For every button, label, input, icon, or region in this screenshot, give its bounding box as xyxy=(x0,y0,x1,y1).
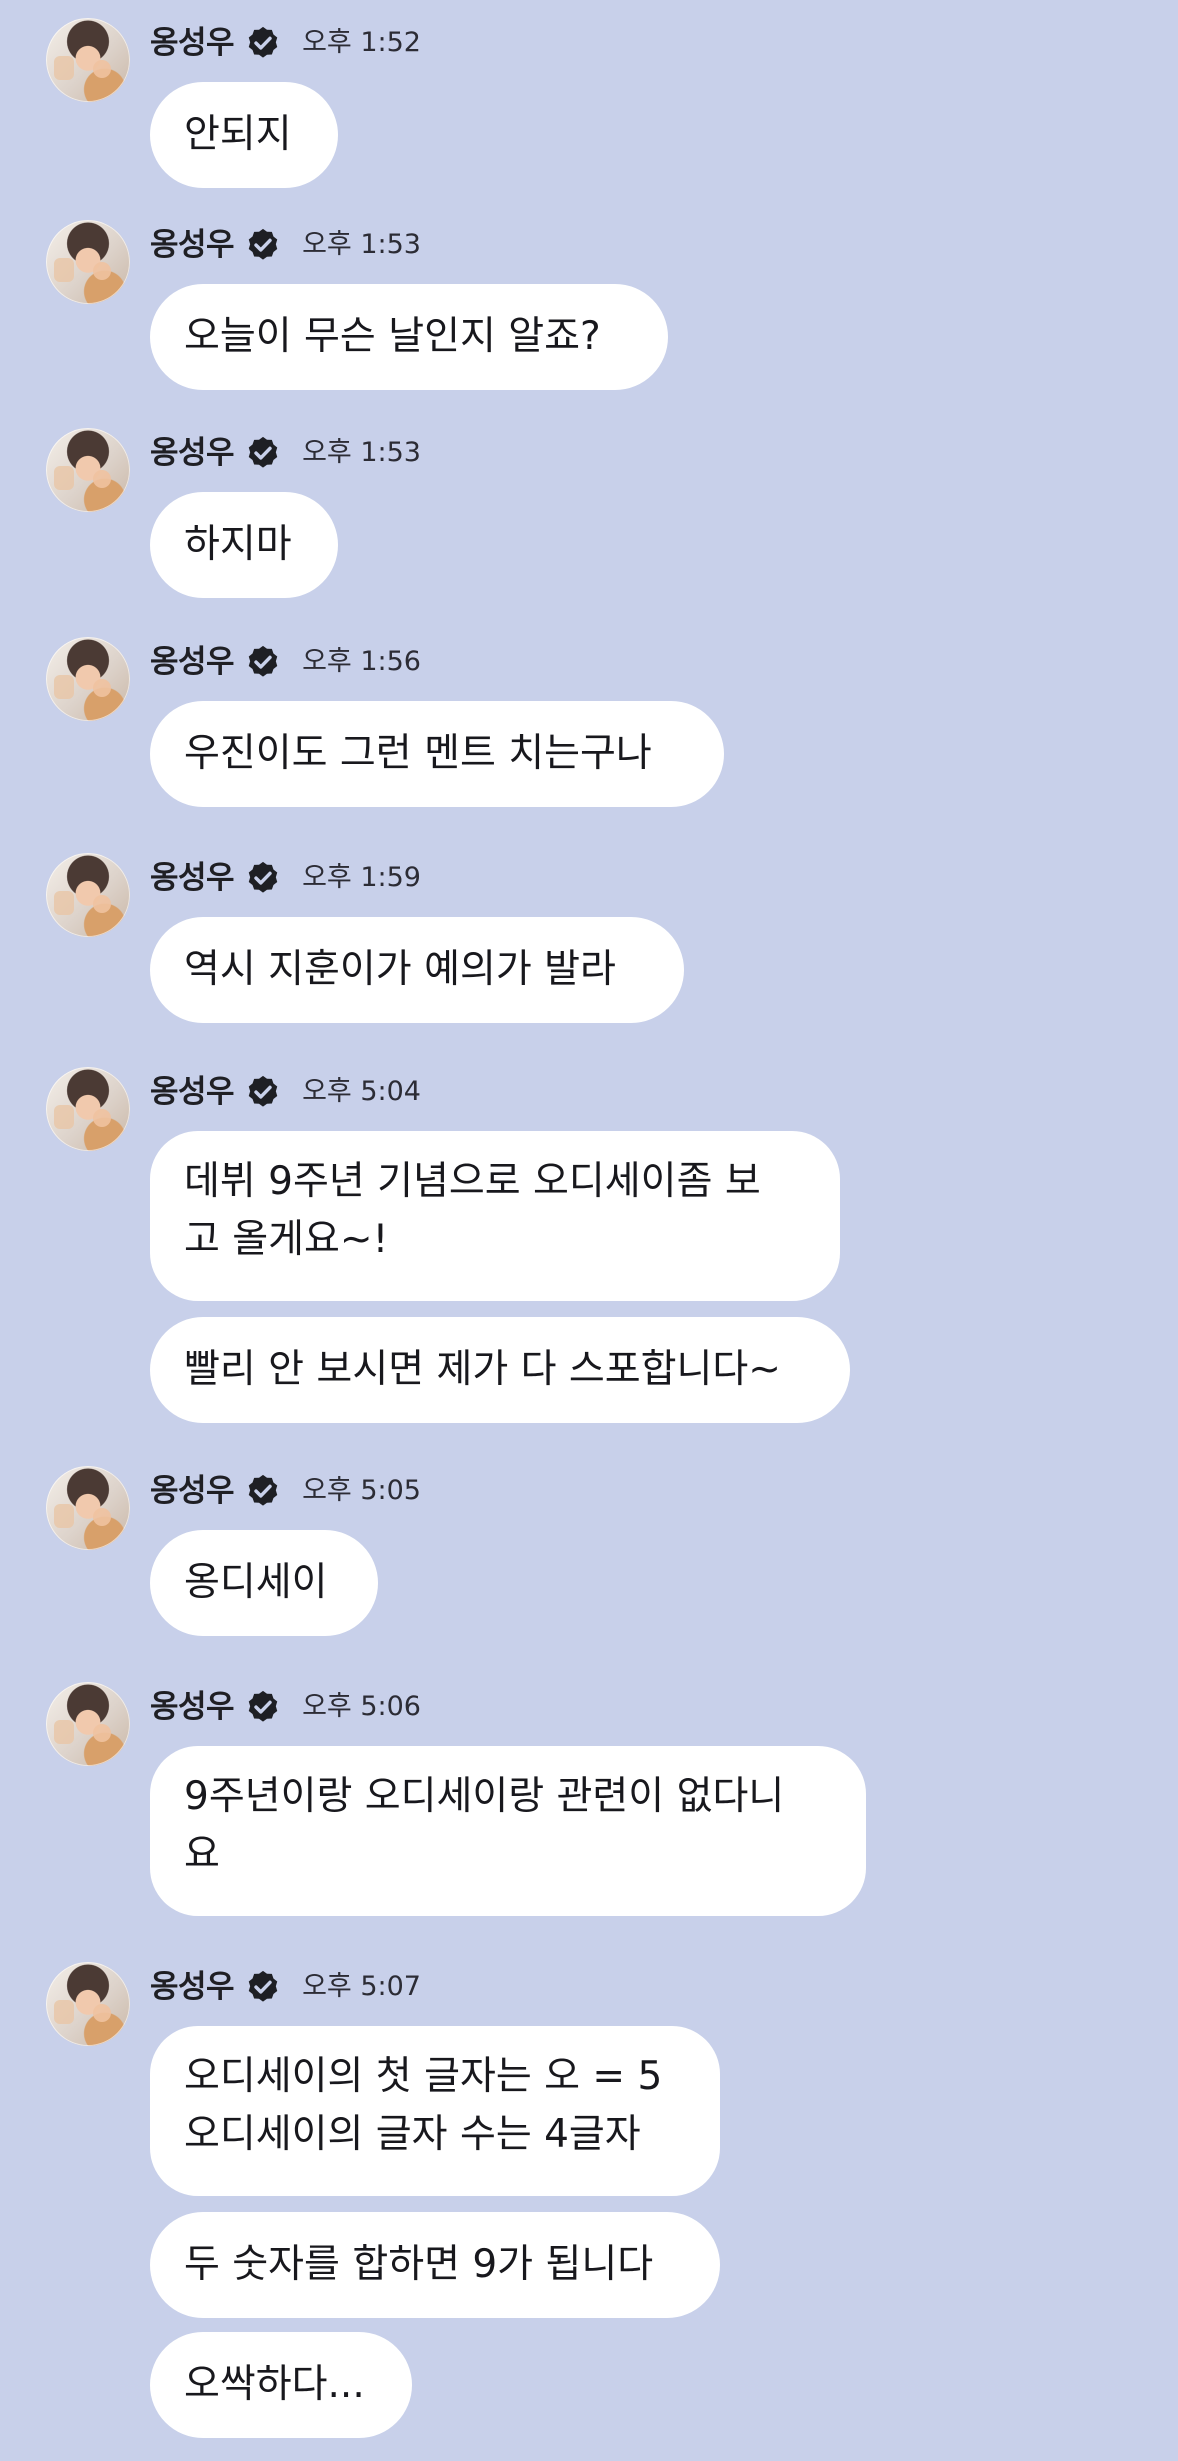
message-header: 옹성우 오후 1:59 xyxy=(150,857,421,899)
sender-name: 옹성우 xyxy=(150,644,235,680)
message-bubble[interactable]: 두 숫자를 합하면 9가 됩니다 xyxy=(150,2212,720,2318)
message-time: 오후 1:52 xyxy=(302,27,421,58)
message-bubble[interactable]: 옹디세이 xyxy=(150,1530,378,1636)
sender-name: 옹성우 xyxy=(150,227,235,263)
message-bubble[interactable]: 데뷔 9주년 기념으로 오디세이좀 보 고 올게요~! xyxy=(150,1131,840,1301)
message-time: 오후 5:07 xyxy=(302,1971,421,2002)
message-time: 오후 5:05 xyxy=(302,1475,421,1506)
message-text: 두 숫자를 합하면 9가 됩니다 xyxy=(184,2242,654,2287)
verified-badge-icon xyxy=(248,1075,278,1107)
sender-name: 옹성우 xyxy=(150,1969,235,2005)
message-text: 안되지 xyxy=(184,112,292,157)
message-header: 옹성우 오후 5:06 xyxy=(150,1686,421,1728)
message-text: 오디세이의 첫 글자는 오 = 5 오디세이의 글자 수는 4글자 xyxy=(184,2054,663,2157)
message-header: 옹성우 오후 1:52 xyxy=(150,22,421,64)
message-time: 오후 5:06 xyxy=(302,1691,421,1722)
avatar[interactable] xyxy=(46,637,130,721)
avatar[interactable] xyxy=(46,220,130,304)
verified-badge-icon xyxy=(248,861,278,893)
verified-badge-icon xyxy=(248,228,278,260)
verified-badge-icon xyxy=(248,436,278,468)
verified-badge-icon xyxy=(248,1474,278,1506)
message-text: 데뷔 9주년 기념으로 오디세이좀 보 고 올게요~! xyxy=(184,1159,761,1262)
message-header: 옹성우 오후 1:53 xyxy=(150,432,421,474)
sender-name: 옹성우 xyxy=(150,25,235,61)
message-header: 옹성우 오후 5:05 xyxy=(150,1470,421,1512)
message-bubble[interactable]: 오싹하다... xyxy=(150,2332,412,2438)
message-header: 옹성우 오후 1:53 xyxy=(150,224,421,266)
verified-badge-icon xyxy=(248,26,278,58)
message-bubble[interactable]: 우진이도 그런 멘트 치는구나 xyxy=(150,701,724,807)
message-time: 오후 1:56 xyxy=(302,646,421,677)
verified-badge-icon xyxy=(248,645,278,677)
message-bubble[interactable]: 하지마 xyxy=(150,492,338,598)
message-header: 옹성우 오후 5:04 xyxy=(150,1071,421,1113)
message-bubble[interactable]: 오늘이 무슨 날인지 알죠? xyxy=(150,284,668,390)
avatar[interactable] xyxy=(46,1962,130,2046)
verified-badge-icon xyxy=(248,1970,278,2002)
message-text: 우진이도 그런 멘트 치는구나 xyxy=(184,731,652,776)
message-text: 오늘이 무슨 날인지 알죠? xyxy=(184,314,601,359)
message-time: 오후 1:53 xyxy=(302,229,421,260)
message-text: 역시 지훈이가 예의가 발라 xyxy=(184,947,616,992)
sender-name: 옹성우 xyxy=(150,1074,235,1110)
verified-badge-icon xyxy=(248,1690,278,1722)
message-bubble[interactable]: 빨리 안 보시면 제가 다 스포합니다~ xyxy=(150,1317,850,1423)
sender-name: 옹성우 xyxy=(150,1689,235,1725)
avatar[interactable] xyxy=(46,428,130,512)
message-text: 9주년이랑 오디세이랑 관련이 없다니 요 xyxy=(184,1774,785,1877)
message-time: 오후 1:59 xyxy=(302,862,421,893)
message-text: 옹디세이 xyxy=(184,1560,328,1605)
message-text: 오싹하다... xyxy=(184,2362,365,2407)
message-bubble[interactable]: 오디세이의 첫 글자는 오 = 5 오디세이의 글자 수는 4글자 xyxy=(150,2026,720,2196)
avatar[interactable] xyxy=(46,853,130,937)
avatar[interactable] xyxy=(46,1067,130,1151)
message-header: 옹성우 오후 1:56 xyxy=(150,641,421,683)
avatar[interactable] xyxy=(46,1466,130,1550)
message-time: 오후 5:04 xyxy=(302,1076,421,1107)
sender-name: 옹성우 xyxy=(150,1473,235,1509)
message-bubble[interactable]: 9주년이랑 오디세이랑 관련이 없다니 요 xyxy=(150,1746,866,1916)
message-text: 하지마 xyxy=(184,522,292,567)
sender-name: 옹성우 xyxy=(150,860,235,896)
avatar[interactable] xyxy=(46,18,130,102)
message-bubble[interactable]: 역시 지훈이가 예의가 발라 xyxy=(150,917,684,1023)
message-bubble[interactable]: 안되지 xyxy=(150,82,338,188)
message-time: 오후 1:53 xyxy=(302,437,421,468)
message-text: 빨리 안 보시면 제가 다 스포합니다~ xyxy=(184,1347,781,1392)
message-header: 옹성우 오후 5:07 xyxy=(150,1966,421,2008)
avatar[interactable] xyxy=(46,1682,130,1766)
sender-name: 옹성우 xyxy=(150,435,235,471)
chat-log: 옹성우 오후 1:52 안되지 옹성우 오후 1:53 오늘이 무슨 날인지 알… xyxy=(0,0,1178,2461)
